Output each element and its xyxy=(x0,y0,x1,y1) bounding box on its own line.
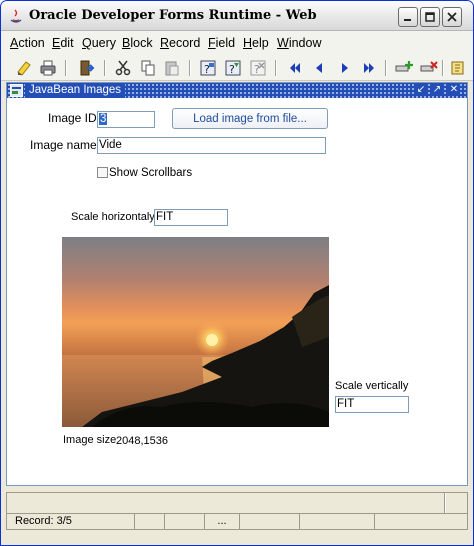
scale-vertically-label: Scale vertically xyxy=(335,380,409,392)
help-icon xyxy=(451,61,464,75)
print-button[interactable] xyxy=(38,58,58,78)
status-cell-5 xyxy=(240,514,300,529)
copy-button[interactable] xyxy=(138,58,158,78)
print-icon xyxy=(40,60,56,76)
window-title: Oracle Developer Forms Runtime - Web xyxy=(29,8,317,23)
minimize-button[interactable] xyxy=(398,7,418,27)
maximize-button[interactable] xyxy=(420,7,440,27)
copy-icon xyxy=(141,60,155,76)
toolbar-separator xyxy=(275,60,277,76)
image-id-label: Image ID xyxy=(48,111,97,125)
image-name-label: Image name xyxy=(30,138,97,152)
toolbar-separator xyxy=(385,60,387,76)
first-record-icon xyxy=(290,63,300,73)
menu-bar: Action Edit Query Block Record Field Hel… xyxy=(1,31,473,55)
menu-action[interactable]: Action xyxy=(10,36,45,50)
cut-button[interactable] xyxy=(113,58,133,78)
message-bar xyxy=(6,492,468,514)
next-record-button[interactable] xyxy=(335,58,355,78)
scale-vertically-field[interactable]: FIT xyxy=(335,396,409,413)
execute-query-button[interactable]: ? xyxy=(223,58,243,78)
menu-help[interactable]: Help xyxy=(243,36,269,50)
java-icon xyxy=(10,9,22,23)
cancel-query-icon: ? xyxy=(250,60,266,76)
image-size-value: 2048,1536 xyxy=(116,435,168,447)
scale-horizontally-field[interactable]: FIT xyxy=(154,209,228,226)
subwindow-maximize-icon[interactable]: ↗ xyxy=(431,84,443,96)
menu-edit[interactable]: Edit xyxy=(52,36,74,50)
svg-text:?: ? xyxy=(254,63,260,76)
last-record-button[interactable] xyxy=(359,58,379,78)
image-name-field[interactable]: Vide xyxy=(97,137,326,154)
paste-button[interactable] xyxy=(162,58,182,78)
close-icon xyxy=(447,12,457,22)
show-scrollbars-checkbox[interactable] xyxy=(97,167,108,178)
menu-window[interactable]: Window xyxy=(277,36,321,50)
cancel-query-button[interactable]: ? xyxy=(248,58,268,78)
scale-horizontally-label: Scale horizontaly xyxy=(71,211,155,223)
menu-record[interactable]: Record xyxy=(160,36,200,50)
toolbar: ? ? ? xyxy=(1,55,473,81)
save-button[interactable] xyxy=(14,58,34,78)
show-scrollbars-label: Show Scrollbars xyxy=(109,167,193,179)
enter-query-icon: ? xyxy=(200,60,216,76)
enter-query-button[interactable]: ? xyxy=(198,58,218,78)
status-cell-6 xyxy=(300,514,375,529)
execute-query-icon: ? xyxy=(225,60,241,76)
cut-icon xyxy=(115,60,131,76)
save-icon xyxy=(17,61,31,76)
delete-record-icon xyxy=(420,61,438,72)
toolbar-separator xyxy=(442,60,444,76)
close-button[interactable] xyxy=(442,7,462,27)
delete-record-button[interactable] xyxy=(419,58,439,78)
help-button[interactable] xyxy=(448,58,468,78)
image-id-field[interactable]: 3 xyxy=(97,111,155,128)
record-status: Record: 3/5 xyxy=(7,514,135,529)
svg-text:?: ? xyxy=(229,63,235,76)
subwindow-title-bar: JavaBean Images ↙ ↗ ✕ xyxy=(7,83,467,98)
toolbar-separator xyxy=(65,60,67,76)
image-size-label: Image size xyxy=(63,434,117,446)
maximize-icon xyxy=(425,12,435,22)
status-cell-2 xyxy=(135,514,165,529)
load-image-button[interactable]: Load image from file... xyxy=(172,108,328,129)
menu-query[interactable]: Query xyxy=(82,36,116,50)
insert-record-button[interactable] xyxy=(394,58,414,78)
title-bar: Oracle Developer Forms Runtime - Web xyxy=(1,1,473,31)
status-ellipsis: ... xyxy=(205,514,240,529)
exit-icon xyxy=(80,60,95,76)
subwindow-title: JavaBean Images xyxy=(25,83,126,98)
toolbar-separator xyxy=(189,60,191,76)
status-bar: Record: 3/5 ... xyxy=(6,514,468,530)
exit-button[interactable] xyxy=(77,58,97,78)
menu-field[interactable]: Field xyxy=(208,36,235,50)
sunset-image xyxy=(62,237,329,427)
status-cell-7 xyxy=(375,514,467,529)
last-record-icon xyxy=(364,63,374,73)
next-record-icon xyxy=(342,63,348,73)
first-record-button[interactable] xyxy=(285,58,305,78)
form-window-icon xyxy=(10,84,23,97)
toolbar-separator xyxy=(104,60,106,76)
javabean-images-window: JavaBean Images ↙ ↗ ✕ Image ID 3 Load im… xyxy=(6,82,468,486)
app-window: Oracle Developer Forms Runtime - Web Act… xyxy=(0,0,474,546)
subwindow-close-icon[interactable]: ✕ xyxy=(448,84,460,96)
paste-icon xyxy=(165,61,179,76)
previous-record-button[interactable] xyxy=(309,58,329,78)
subwindow-minimize-icon[interactable]: ↙ xyxy=(415,84,427,96)
message-bar-divider xyxy=(444,493,446,513)
minimize-icon xyxy=(404,19,411,21)
status-cell-3 xyxy=(165,514,205,529)
previous-record-icon xyxy=(316,63,322,73)
menu-block[interactable]: Block xyxy=(122,36,153,50)
insert-record-icon xyxy=(395,61,413,72)
